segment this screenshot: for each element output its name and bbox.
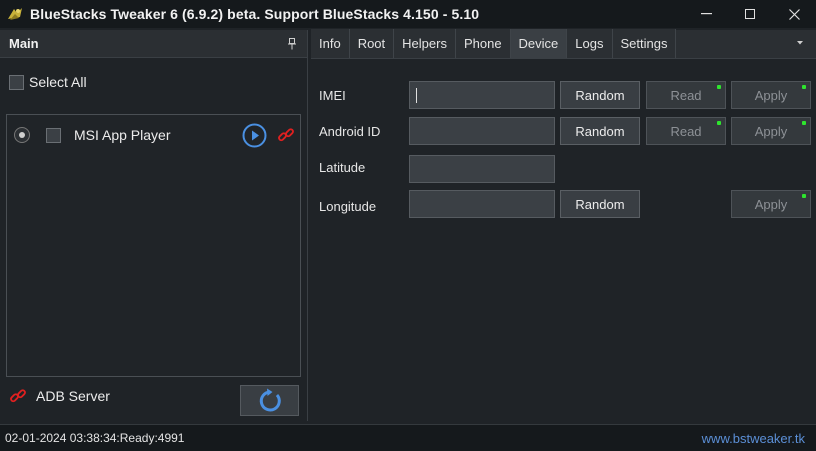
status-text: 02-01-2024 03:38:34:Ready:4991 <box>5 431 185 445</box>
tab-info[interactable]: Info <box>311 29 350 58</box>
select-all-checkbox[interactable] <box>9 74 24 90</box>
select-all-option[interactable]: Select All <box>9 74 87 90</box>
adb-server-label: ADB Server <box>36 388 110 404</box>
tab-phone[interactable]: Phone <box>455 29 511 58</box>
main-panel-title: Main <box>9 36 39 51</box>
website-link[interactable]: www.bstweaker.tk <box>702 431 805 446</box>
longitude-random-button[interactable]: Random <box>560 190 640 218</box>
close-icon <box>788 8 800 20</box>
select-all-label: Select All <box>29 74 87 90</box>
player-radio[interactable] <box>14 127 30 143</box>
minimize-icon <box>700 13 712 15</box>
imei-read-button[interactable]: Read <box>646 81 726 109</box>
longitude-field[interactable] <box>409 190 555 218</box>
tab-root[interactable]: Root <box>349 29 395 58</box>
text-caret <box>416 88 417 103</box>
refresh-button[interactable] <box>240 385 299 416</box>
android-id-label: Android ID <box>319 124 381 139</box>
device-panel: Info Root Helpers Phone Device Logs Sett… <box>311 29 816 421</box>
adb-server-status: ADB Server <box>9 387 110 405</box>
status-indicator <box>717 121 721 125</box>
maximize-button[interactable] <box>728 0 772 28</box>
minimize-button[interactable] <box>684 0 728 28</box>
latitude-field[interactable] <box>409 155 555 183</box>
android-id-random-button[interactable]: Random <box>560 117 640 145</box>
player-checkbox[interactable] <box>46 127 61 143</box>
tab-bar: Info Root Helpers Phone Device Logs Sett… <box>311 29 816 59</box>
refresh-icon <box>259 388 281 411</box>
status-indicator <box>717 85 721 89</box>
tab-helpers[interactable]: Helpers <box>394 29 456 58</box>
android-id-apply-label: Apply <box>754 123 788 139</box>
android-id-apply-button[interactable]: Apply <box>731 117 811 145</box>
main-panel-header: Main <box>0 30 307 58</box>
latitude-label: Latitude <box>319 160 366 175</box>
tab-logs[interactable]: Logs <box>567 29 613 58</box>
imei-field[interactable] <box>409 81 555 109</box>
imei-apply-button[interactable]: Apply <box>731 81 811 109</box>
radio-selected-dot <box>19 132 25 138</box>
close-button[interactable] <box>772 0 816 28</box>
title-bar: BlueStacks Tweaker 6 (6.9.2) beta. Suppo… <box>0 0 816 28</box>
imei-random-button[interactable]: Random <box>560 81 640 109</box>
tab-device[interactable]: Device <box>510 29 568 58</box>
status-bar: 02-01-2024 03:38:34:Ready:4991 www.bstwe… <box>0 424 816 451</box>
longitude-apply-button[interactable]: Apply <box>731 190 811 218</box>
status-indicator <box>802 85 806 89</box>
adb-link-icon <box>10 389 26 403</box>
window-title: BlueStacks Tweaker 6 (6.9.2) beta. Suppo… <box>30 6 480 22</box>
longitude-apply-label: Apply <box>754 196 788 212</box>
imei-label: IMEI <box>319 88 346 103</box>
status-indicator <box>802 121 806 125</box>
longitude-label: Longitude <box>319 199 377 214</box>
list-item[interactable]: MSI App Player <box>7 123 300 147</box>
android-id-field[interactable] <box>409 117 555 145</box>
imei-apply-label: Apply <box>754 87 788 103</box>
android-id-read-label: Read <box>670 123 702 139</box>
player-list: MSI App Player <box>6 114 301 377</box>
main-panel: Main Select All MSI App Player ADB Serve… <box>0 30 308 421</box>
player-name: MSI App Player <box>74 127 171 143</box>
android-id-read-button[interactable]: Read <box>646 117 726 145</box>
play-icon[interactable] <box>242 123 267 148</box>
pin-icon[interactable] <box>287 37 297 50</box>
maximize-icon <box>745 9 755 19</box>
imei-read-label: Read <box>670 87 702 103</box>
chevron-down-icon[interactable] <box>796 40 804 46</box>
tab-settings[interactable]: Settings <box>612 29 677 58</box>
status-indicator <box>802 194 806 198</box>
app-logo-icon <box>8 8 22 20</box>
link-icon[interactable] <box>277 126 295 144</box>
